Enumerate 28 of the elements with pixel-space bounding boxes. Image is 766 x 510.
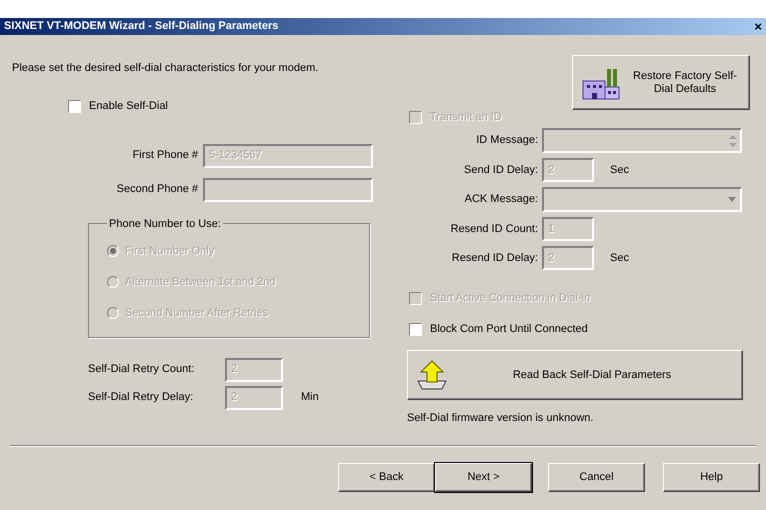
checkbox-label: Block Com Port Until Connected: [430, 322, 588, 337]
close-button[interactable]: ×: [754, 20, 762, 33]
field-label: Send ID Delay:: [463, 162, 538, 178]
restore-defaults-button[interactable]: Restore Factory Self-Dial Defaults: [572, 55, 750, 110]
read-back-button[interactable]: Read Back Self-Dial Parameters: [407, 350, 743, 400]
field-label: ID Message:: [475, 133, 538, 148]
unit-label: Min: [301, 390, 319, 406]
field-label: Self-Dial Retry Count:: [88, 362, 196, 378]
field-label: First Phone #: [132, 148, 198, 164]
dropdown-arrow-icon: [728, 197, 736, 202]
window-title: SIXNET VT-MODEM Wizard - Self-Dialing Parameters: [4, 19, 278, 34]
wizard-button[interactable]: Cancel: [548, 462, 645, 492]
group-title: Phone Number to Use:: [108, 216, 222, 232]
checkbox-label: Enable Self-Dial: [89, 99, 168, 114]
unit-label: Sec: [610, 162, 629, 178]
wizard-button[interactable]: < Back: [338, 462, 435, 492]
checkbox[interactable]: [68, 100, 81, 113]
field-label: Second Phone #: [116, 182, 198, 198]
intro-text: Please set the desired self-dial characteristics for your modem.: [12, 61, 320, 76]
field-label: ACK Message:: [464, 192, 538, 208]
firmware-status-text: Self-Dial firmware version is unknown.: [407, 411, 594, 426]
field-label: Resend ID Count:: [450, 222, 538, 237]
field-label: Self-Dial Retry Delay:: [88, 390, 194, 406]
checkbox[interactable]: [409, 322, 422, 336]
unit-label: Sec: [610, 250, 629, 266]
field-label: Resend ID Delay:: [450, 250, 538, 266]
wizard-button[interactable]: Help: [663, 462, 760, 492]
wizard-button[interactable]: Next >: [435, 462, 532, 492]
